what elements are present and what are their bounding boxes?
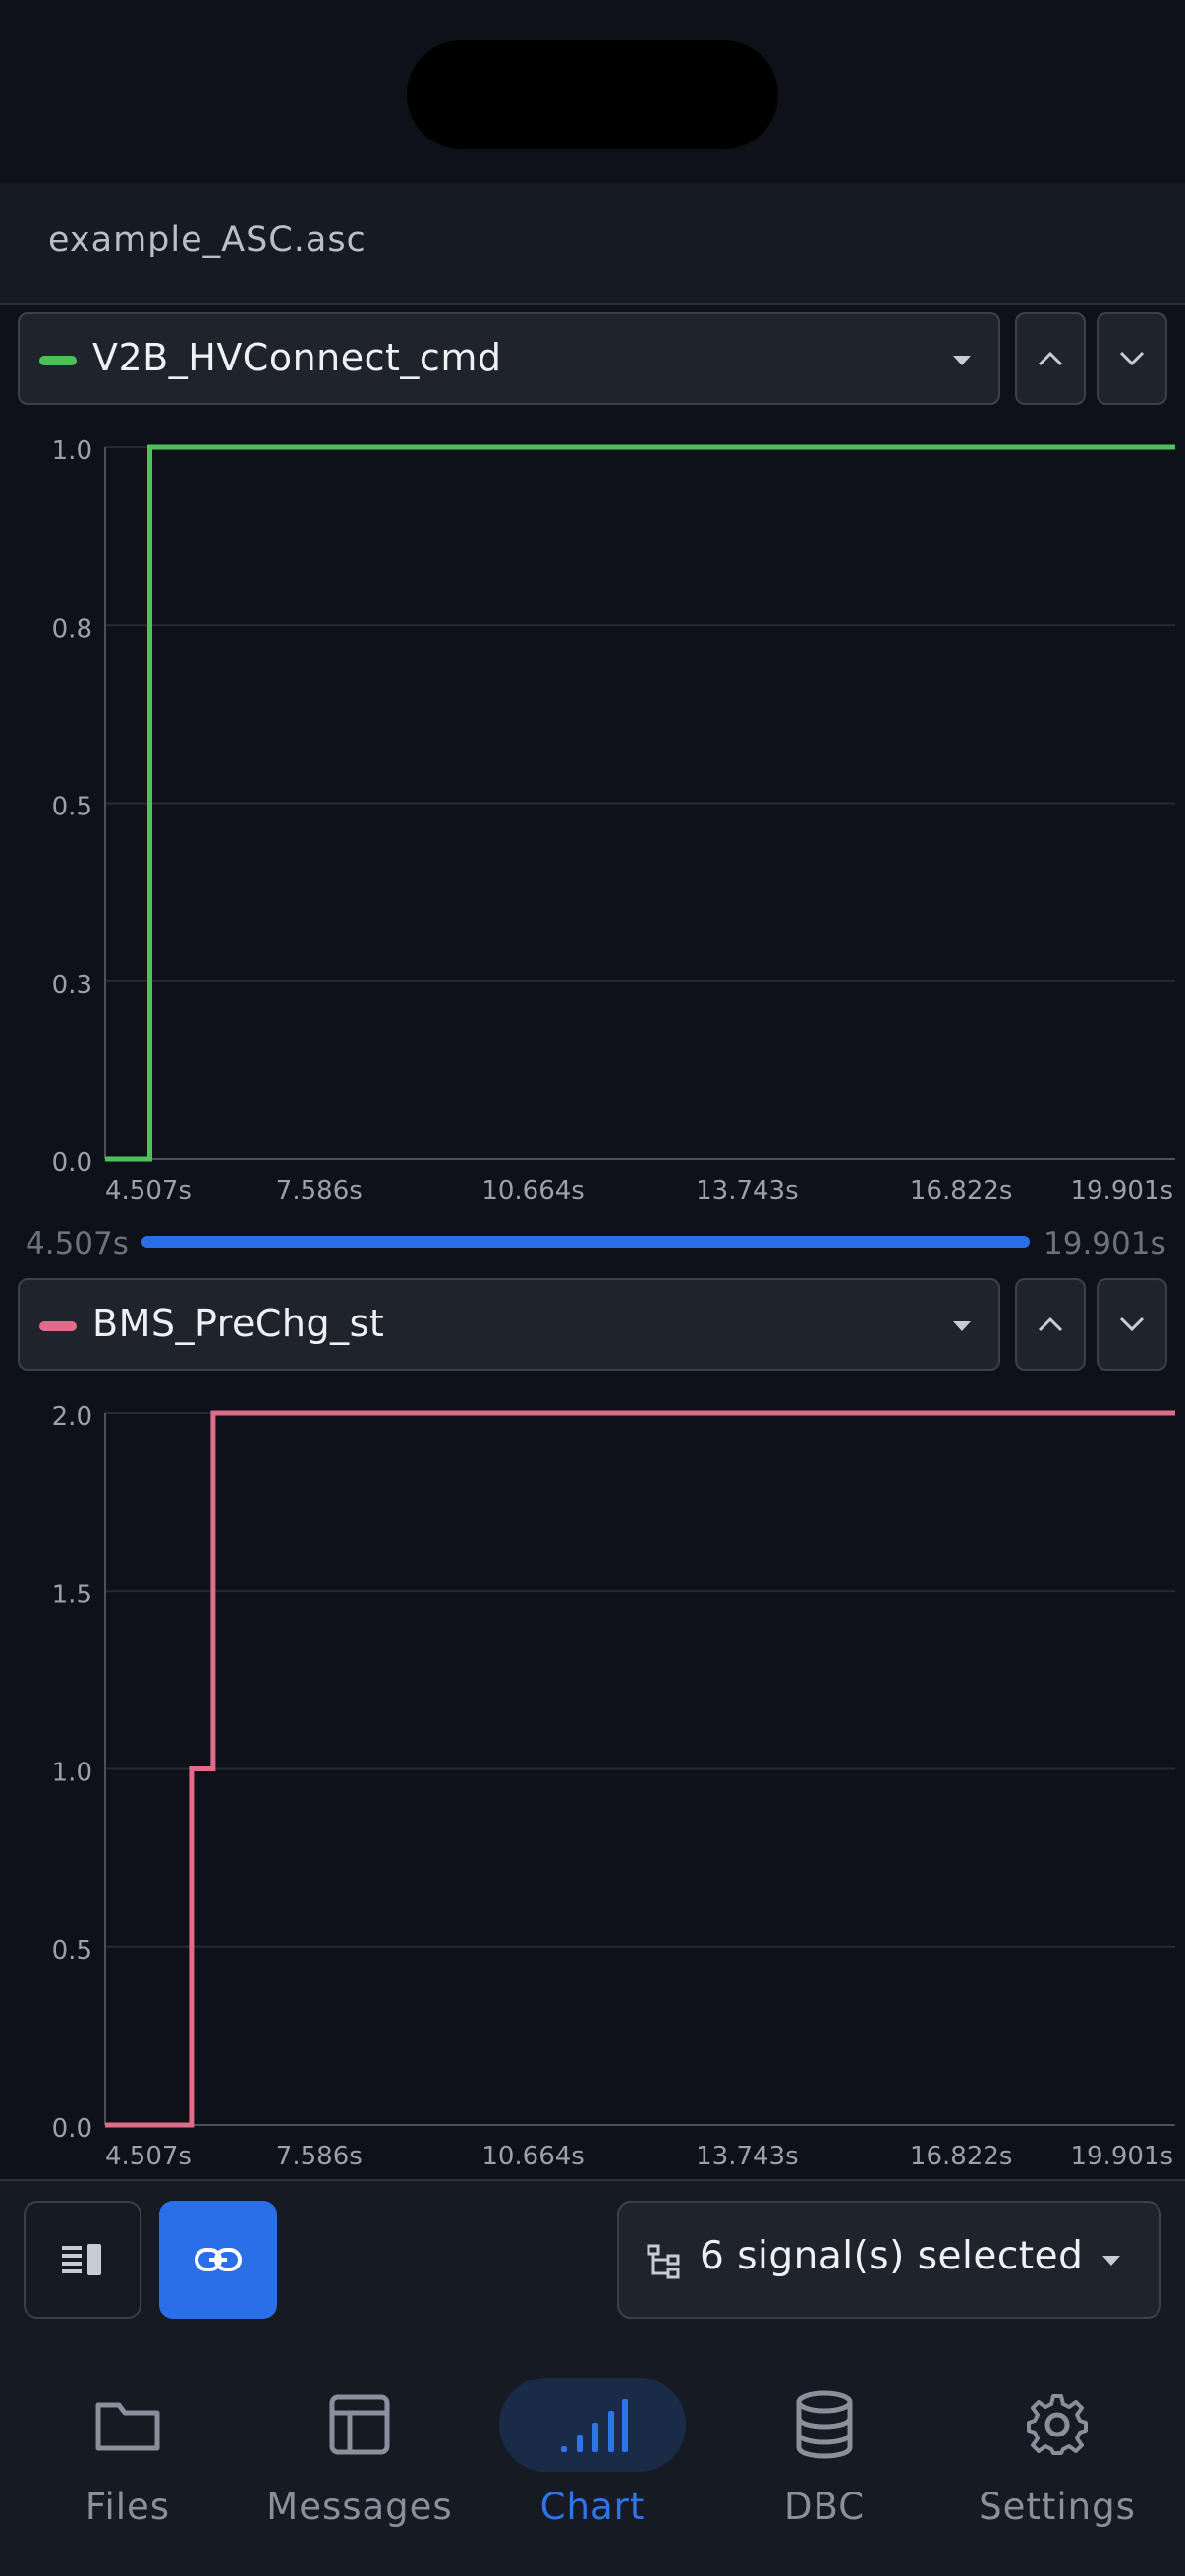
x-tick-label: 10.664s: [481, 2142, 585, 2171]
link-charts-button[interactable]: [159, 2201, 277, 2319]
tab-settings[interactable]: Settings: [939, 2378, 1175, 2545]
chevron-up-icon: [1038, 1316, 1063, 1332]
range-start-label: 4.507s: [26, 1226, 129, 1261]
x-tick-label: 7.586s: [276, 1176, 363, 1205]
list-panel-icon: [62, 2244, 101, 2275]
caret-down-icon: [953, 356, 971, 365]
signal-selector-label: BMS_PreChg_st: [92, 1302, 385, 1345]
signal-chart-2[interactable]: 0.0 0.5 1.0 1.5 2.0 4.507s 7.586s 10.664s 13.743…: [0, 1378, 1185, 2176]
tab-label: Chart: [539, 2486, 646, 2528]
y-tick-label: 0.0: [52, 1148, 92, 1178]
tab-label: Settings: [979, 2486, 1136, 2528]
table-icon: [329, 2394, 390, 2455]
chevron-up-icon: [1038, 351, 1063, 366]
chevron-down-icon: [1119, 1316, 1145, 1332]
y-tick-label: 2.0: [52, 1402, 92, 1431]
move-up-button[interactable]: [1015, 312, 1086, 405]
time-range-slider[interactable]: [141, 1236, 1030, 1248]
tab-files[interactable]: Files: [10, 2378, 246, 2545]
move-down-button[interactable]: [1097, 312, 1167, 405]
x-tick-label: 19.901s: [1070, 1176, 1173, 1205]
move-up-button[interactable]: [1015, 1278, 1086, 1371]
database-icon: [796, 2390, 853, 2459]
y-tick-label: 0.5: [52, 1936, 92, 1966]
x-tick-label: 13.743s: [696, 1176, 799, 1205]
signal-selector-1[interactable]: V2B_HVConnect_cmd: [18, 312, 1000, 405]
y-tick-label: 0.3: [52, 971, 92, 1000]
dynamic-island: [407, 40, 778, 149]
tab-chart[interactable]: Chart: [475, 2378, 710, 2545]
x-tick-label: 10.664s: [481, 1176, 585, 1205]
gear-icon: [1027, 2394, 1088, 2455]
move-down-button[interactable]: [1097, 1278, 1167, 1371]
x-tick-label: 16.822s: [910, 2142, 1013, 2171]
y-tick-label: 1.0: [52, 1759, 92, 1788]
x-tick-label: 4.507s: [105, 1176, 192, 1205]
signal-color-swatch: [39, 1321, 77, 1331]
toggle-panel-button[interactable]: [24, 2201, 141, 2319]
signal-color-swatch: [39, 356, 77, 365]
caret-down-icon: [1102, 2256, 1120, 2266]
x-tick-label: 13.743s: [696, 2142, 799, 2171]
x-tick-label: 7.586s: [276, 2142, 363, 2171]
signal-selector-label: V2B_HVConnect_cmd: [92, 336, 502, 379]
y-tick-label: 0.0: [52, 2114, 92, 2144]
caret-down-icon: [953, 1321, 971, 1331]
folder-icon: [95, 2402, 160, 2451]
x-tick-label: 16.822s: [910, 1176, 1013, 1205]
tab-label: DBC: [783, 2486, 866, 2528]
range-end-label: 19.901s: [1044, 1226, 1166, 1261]
y-tick-label: 0.5: [52, 793, 92, 822]
x-tick-label: 4.507s: [105, 2142, 192, 2171]
y-tick-label: 1.0: [52, 436, 92, 466]
chevron-down-icon: [1119, 351, 1145, 366]
x-tick-label: 19.901s: [1070, 2142, 1173, 2171]
y-tick-label: 0.8: [52, 614, 92, 644]
bar-chart-icon: [561, 2399, 628, 2452]
tab-messages[interactable]: Messages: [242, 2378, 478, 2545]
signal-selection-dropdown[interactable]: 6 signal(s) selected: [617, 2201, 1161, 2319]
link-icon: [195, 2248, 242, 2271]
tab-label: Messages: [266, 2486, 453, 2528]
tab-dbc[interactable]: DBC: [706, 2378, 942, 2545]
selection-count-label: 6 signal(s) selected: [700, 2234, 1084, 2278]
file-name: example_ASC.asc: [48, 220, 367, 259]
y-tick-label: 1.5: [52, 1580, 92, 1609]
hierarchy-icon: [647, 2244, 680, 2279]
signal-selector-2[interactable]: BMS_PreChg_st: [18, 1278, 1000, 1371]
signal-chart-1[interactable]: 0.0 0.3 0.5 0.8 1.0 4.507s 7.586s 10.664s 13.743…: [0, 413, 1185, 1218]
tab-label: Files: [85, 2486, 171, 2528]
